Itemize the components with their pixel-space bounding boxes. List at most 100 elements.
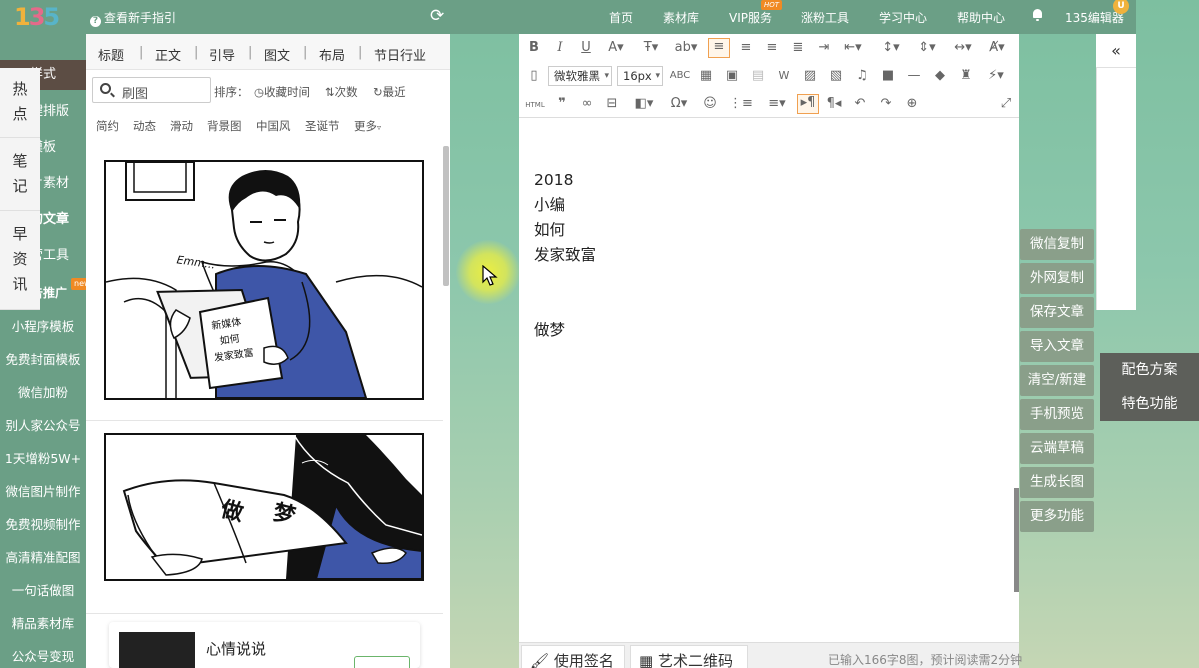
font-color-icon[interactable]: A▾	[604, 40, 628, 56]
refresh-icon[interactable]: ⟳	[430, 6, 444, 26]
sort-by-count[interactable]: ⇅次数	[325, 84, 358, 100]
underline-icon[interactable]: U	[578, 40, 594, 56]
font-size-select[interactable]: 16px	[617, 66, 663, 86]
sidebar-item-one-line-image[interactable]: 一句话做图	[0, 580, 86, 599]
frame-icon[interactable]: ◧▾	[631, 96, 657, 112]
music-icon[interactable]: ♫	[853, 68, 871, 84]
nav-growth-tools[interactable]: 涨粉工具	[801, 9, 849, 26]
nav-vip[interactable]: VIP服务	[729, 9, 772, 26]
signature-tab[interactable]: 🖌 使用签名	[521, 645, 625, 668]
tab-body[interactable]: 正文	[155, 45, 181, 64]
nav-home[interactable]: 首页	[609, 9, 633, 26]
align-center-icon[interactable]: ≡	[737, 40, 755, 56]
cloud-draft-button[interactable]: 云端草稿	[1020, 433, 1094, 464]
indent-icon[interactable]: ⇥	[815, 40, 833, 56]
clear-format-icon[interactable]: Ⱥ▾	[983, 40, 1011, 56]
sidebar-item-premium-materials[interactable]: 精品素材库	[0, 613, 86, 632]
template-card-mood[interactable]: 心情说说	[109, 622, 420, 668]
save-article-button[interactable]: 保存文章	[1020, 297, 1094, 328]
undo-icon[interactable]: ↶	[851, 96, 869, 112]
external-copy-button[interactable]: 外网复制	[1020, 263, 1094, 294]
tab-holiday-industry[interactable]: 节日行业	[374, 45, 426, 64]
line-height-icon[interactable]: ↕▾	[877, 40, 905, 56]
letter-spacing-icon[interactable]: ↔▾	[949, 40, 977, 56]
nav-help[interactable]: 帮助中心	[957, 9, 1005, 26]
nav-learning[interactable]: 学习中心	[879, 9, 927, 26]
clear-new-button[interactable]: 清空/新建	[1020, 365, 1094, 396]
unordered-list-icon[interactable]: ≡▾	[763, 96, 791, 112]
guide-link[interactable]: ? 查看新手指引	[90, 9, 176, 27]
more-features-button[interactable]: 更多功能	[1020, 501, 1094, 532]
tab-guide[interactable]: 引导	[209, 45, 235, 64]
editor-scrollbar[interactable]	[1014, 488, 1019, 592]
redo-icon[interactable]: ↷	[877, 96, 895, 112]
bold-icon[interactable]: B	[526, 40, 542, 56]
find-replace-icon[interactable]: ⊕	[903, 96, 921, 112]
ordered-list-icon[interactable]: ⋮≡	[727, 96, 755, 112]
sidebar-item-image-maker[interactable]: 微信图片制作	[0, 481, 86, 500]
collapse-icon[interactable]: «	[1096, 34, 1136, 68]
import-article-button[interactable]: 导入文章	[1020, 331, 1094, 362]
tag-sliding[interactable]: 滑动	[170, 118, 193, 134]
link-icon[interactable]: ∞	[579, 96, 595, 112]
word-import-icon[interactable]: W	[775, 68, 793, 84]
color-scheme-button[interactable]: 配色方案	[1100, 353, 1199, 387]
long-image-button[interactable]: 生成长图	[1020, 467, 1094, 498]
nav-materials[interactable]: 素材库	[663, 9, 699, 26]
logo[interactable]: 135	[14, 3, 68, 43]
library-scrollbar[interactable]	[443, 146, 449, 286]
format-brush-icon[interactable]: ♜	[957, 68, 975, 84]
tag-chinese-style[interactable]: 中国风	[256, 118, 291, 134]
art-qrcode-tab[interactable]: ▦ 艺术二维码	[630, 645, 748, 668]
editor-content[interactable]: 2018 小编 如何 发家致富 做梦	[534, 168, 596, 343]
template-card-comic-1[interactable]: Emm... 新媒体 如何 发家致富	[86, 146, 443, 421]
sidebar-item-others-accounts[interactable]: 别人家公众号	[0, 415, 86, 434]
bell-icon[interactable]	[1032, 9, 1043, 21]
template-card-comic-2[interactable]: 做 梦	[86, 421, 443, 614]
tab-layout[interactable]: 布局	[319, 45, 345, 64]
tab-image-text[interactable]: 图文	[264, 45, 290, 64]
blockquote-icon[interactable]: ❞	[554, 96, 570, 112]
rtl-icon[interactable]: ¶◂	[825, 96, 843, 112]
tab-title[interactable]: 标题	[98, 45, 124, 64]
special-features-button[interactable]: 特色功能	[1100, 387, 1199, 421]
tab-hot-topics[interactable]: 热点	[0, 68, 40, 138]
multi-image-icon[interactable]: ▧	[827, 68, 845, 84]
magic-wand-icon[interactable]: ⚡▾	[983, 68, 1009, 84]
align-right-icon[interactable]: ≡	[763, 40, 781, 56]
tab-morning-news[interactable]: 早资讯	[0, 211, 40, 310]
text-style-icon[interactable]: Ŧ▾	[639, 40, 663, 56]
wechat-copy-button[interactable]: 微信复制	[1020, 229, 1094, 260]
sidebar-item-hd-images[interactable]: 高清精准配图	[0, 547, 86, 566]
insert-image-icon[interactable]: ▨	[801, 68, 819, 84]
tag-background[interactable]: 背景图	[207, 118, 242, 134]
sidebar-item-miniprogram[interactable]: 小程序模板	[0, 316, 86, 335]
outdent-icon[interactable]: ⇤▾	[839, 40, 867, 56]
table-icon[interactable]: ▦	[697, 68, 715, 84]
font-family-select[interactable]: 微软雅黑	[548, 66, 612, 86]
ltr-icon[interactable]: ▸¶	[797, 94, 819, 114]
sidebar-item-follower-boost[interactable]: 1天增粉5W+	[0, 448, 86, 467]
new-document-icon[interactable]: ▯	[526, 68, 542, 84]
sort-by-favorite-time[interactable]: ◷收藏时间	[254, 84, 310, 100]
eraser-icon[interactable]: ◆	[931, 68, 949, 84]
italic-icon[interactable]: I	[552, 40, 568, 56]
tag-animated[interactable]: 动态	[133, 118, 156, 134]
mobile-preview-button[interactable]: 手机预览	[1020, 399, 1094, 430]
sort-by-recent[interactable]: ↻最近	[373, 84, 406, 100]
image-icon[interactable]: ▣	[723, 68, 741, 84]
paragraph-spacing-icon[interactable]: ⇕▾	[913, 40, 941, 56]
align-justify-icon[interactable]: ≣	[789, 40, 807, 56]
search-input[interactable]: 刷图	[92, 77, 211, 103]
align-left-icon[interactable]: ≡	[708, 38, 730, 58]
emoji-icon[interactable]: ☺	[701, 96, 719, 112]
sidebar-item-monetize[interactable]: 公众号变现	[0, 646, 86, 665]
template-icon[interactable]: ▤	[749, 68, 767, 84]
background-color-icon[interactable]: ab▾	[673, 40, 699, 56]
use-template-button[interactable]	[354, 656, 410, 668]
sidebar-item-wechat-followers[interactable]: 微信加粉	[0, 382, 86, 401]
tag-christmas[interactable]: 圣诞节	[305, 118, 340, 134]
tag-more[interactable]: 更多▿	[354, 118, 381, 134]
fullscreen-icon[interactable]: ⤢	[997, 96, 1015, 112]
avatar-badge[interactable]: U	[1113, 0, 1129, 14]
